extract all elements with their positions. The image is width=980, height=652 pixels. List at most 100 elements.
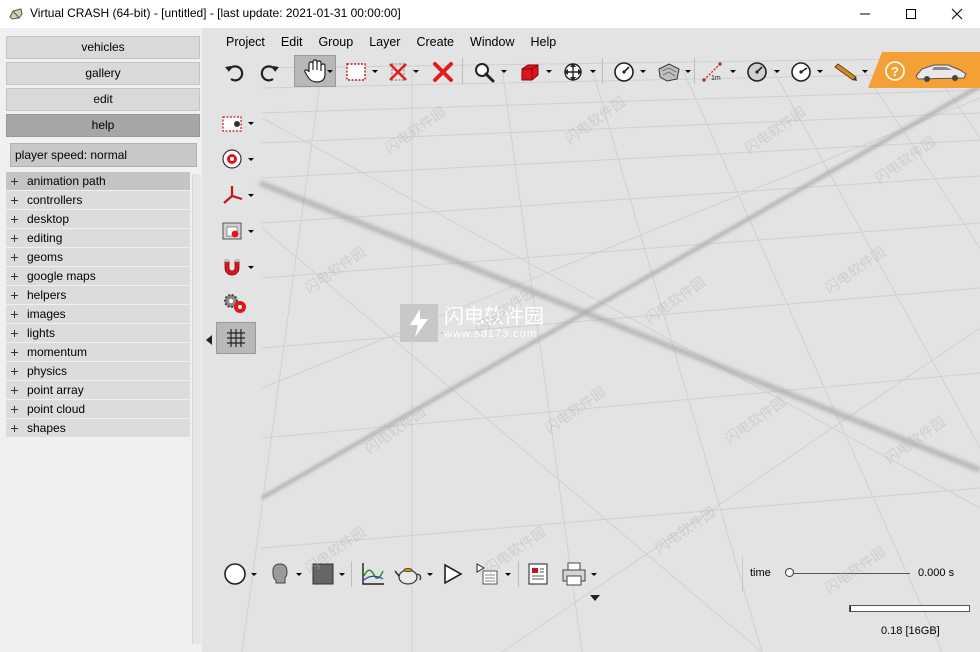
snapshot-dropdown-icon[interactable] [248, 230, 254, 233]
zoom-button[interactable] [472, 60, 496, 84]
move-dropdown-icon[interactable] [590, 70, 596, 73]
expand-icon[interactable] [11, 386, 20, 395]
circle-button[interactable] [222, 561, 248, 587]
menu-create[interactable]: Create [408, 32, 462, 52]
grid-button[interactable] [216, 322, 256, 354]
expand-icon[interactable] [11, 291, 20, 300]
gauge3-dropdown-icon[interactable] [817, 70, 823, 73]
collapse-button[interactable] [204, 334, 214, 346]
camera-dropdown-icon[interactable] [248, 122, 254, 125]
circle-dropdown-icon[interactable] [251, 573, 257, 576]
menu-layer[interactable]: Layer [361, 32, 408, 52]
nav-edit-button[interactable]: edit [6, 88, 200, 111]
tree-item[interactable]: shapes [6, 419, 190, 438]
tree-item[interactable]: point array [6, 381, 190, 400]
player-speed-field[interactable]: player speed: normal [10, 143, 197, 167]
camera-button[interactable] [220, 112, 246, 136]
menu-help[interactable]: Help [522, 32, 564, 52]
tree-item[interactable]: point cloud [6, 400, 190, 419]
expand-icon[interactable] [11, 177, 20, 186]
pencil-button[interactable] [831, 60, 859, 84]
teapot-dropdown-icon[interactable] [427, 573, 433, 576]
expand-icon[interactable] [11, 310, 20, 319]
expand-icon[interactable] [11, 329, 20, 338]
menu-window[interactable]: Window [462, 32, 522, 52]
expand-icon[interactable] [11, 272, 20, 281]
gauge2-dropdown-icon[interactable] [774, 70, 780, 73]
tree-item[interactable]: lights [6, 324, 190, 343]
nav-help-button[interactable]: help [6, 114, 200, 137]
expand-icon[interactable] [11, 424, 20, 433]
gauge-button[interactable] [612, 60, 636, 84]
expand-icon[interactable] [11, 405, 20, 414]
print-dropdown-icon[interactable] [591, 573, 597, 576]
vehicle-button[interactable] [912, 56, 968, 86]
expand-icon[interactable] [11, 253, 20, 262]
tree-item[interactable]: desktop [6, 210, 190, 229]
axes-button[interactable] [220, 183, 246, 207]
terrain-button[interactable] [656, 60, 682, 84]
tree-item[interactable]: editing [6, 229, 190, 248]
graph-button[interactable] [360, 561, 386, 587]
axes-dropdown-icon[interactable] [248, 194, 254, 197]
tree-item[interactable]: helpers [6, 286, 190, 305]
maximize-button[interactable] [888, 0, 934, 28]
gauge2-button[interactable] [745, 60, 769, 84]
magnet-dropdown-icon[interactable] [248, 266, 254, 269]
no-select-button[interactable] [386, 60, 410, 84]
tree-item[interactable]: animation path [6, 172, 190, 191]
close-button[interactable] [934, 0, 980, 28]
tree-item[interactable]: google maps [6, 267, 190, 286]
zoom-dropdown-icon[interactable] [501, 70, 507, 73]
box-dropdown-icon[interactable] [546, 70, 552, 73]
nav-vehicles-button[interactable]: vehicles [6, 36, 200, 59]
report-button[interactable] [526, 561, 550, 587]
snapshot-button[interactable] [220, 219, 246, 243]
panel-splitter[interactable] [192, 174, 201, 644]
menu-edit[interactable]: Edit [273, 32, 311, 52]
select-dropdown-icon[interactable] [372, 70, 378, 73]
select-rectangle-button[interactable] [344, 60, 368, 84]
play-button[interactable] [440, 561, 464, 587]
head-dropdown-icon[interactable] [296, 573, 302, 576]
magnet-button[interactable] [220, 255, 246, 279]
square-button[interactable] [310, 561, 336, 587]
expand-icon[interactable] [11, 367, 20, 376]
tree-item[interactable]: physics [6, 362, 190, 381]
playlist-dropdown-icon[interactable] [505, 573, 511, 576]
tree-item[interactable]: geoms [6, 248, 190, 267]
time-slider-knob[interactable] [785, 568, 794, 577]
no-select-dropdown-icon[interactable] [413, 70, 419, 73]
gauge-dropdown-icon[interactable] [640, 70, 646, 73]
pencil-dropdown-icon[interactable] [862, 70, 868, 73]
undo-button[interactable] [222, 60, 246, 84]
expand-icon[interactable] [11, 234, 20, 243]
move-button[interactable] [561, 60, 585, 84]
expand-icon[interactable] [11, 196, 20, 205]
playlist-button[interactable] [474, 561, 502, 587]
help-button[interactable]: ? [883, 59, 907, 83]
box-3d-button[interactable] [518, 60, 542, 84]
expand-icon[interactable] [11, 348, 20, 357]
gears-button[interactable] [220, 290, 250, 318]
minimize-button[interactable] [842, 0, 888, 28]
gauge3-button[interactable] [789, 60, 813, 84]
measure-button[interactable]: 1m [700, 60, 726, 84]
nav-gallery-button[interactable]: gallery [6, 62, 200, 85]
teapot-button[interactable] [394, 560, 424, 588]
head-button[interactable] [266, 560, 292, 588]
square-dropdown-icon[interactable] [339, 573, 345, 576]
delete-button[interactable] [431, 60, 455, 84]
target-dropdown-icon[interactable] [248, 158, 254, 161]
menu-group[interactable]: Group [310, 32, 361, 52]
terrain-dropdown-icon[interactable] [685, 70, 691, 73]
time-slider-track[interactable] [790, 573, 910, 574]
tree-item[interactable]: images [6, 305, 190, 324]
target-button[interactable] [220, 147, 246, 171]
pan-dropdown-icon[interactable] [327, 70, 333, 73]
print-button[interactable] [560, 560, 588, 588]
3d-viewport[interactable]: 闪电软件园 www.sd173.com [202, 28, 980, 652]
expand-bottom-button[interactable] [589, 594, 601, 602]
tree-item[interactable]: controllers [6, 191, 190, 210]
measure-dropdown-icon[interactable] [730, 70, 736, 73]
